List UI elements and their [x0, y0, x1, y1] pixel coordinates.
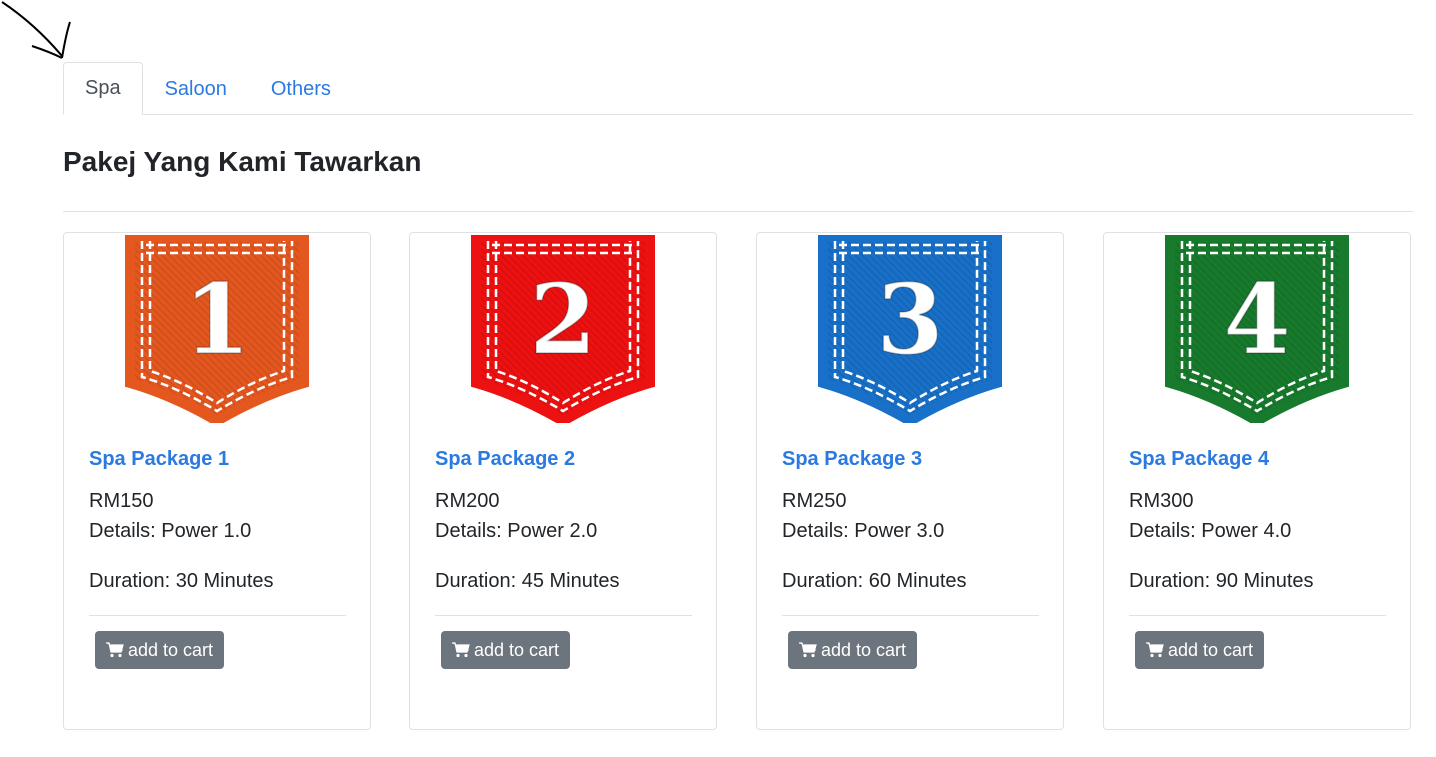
package-details: Details: Power 3.0: [782, 520, 945, 542]
package-duration: Duration: 60 Minutes: [782, 570, 967, 592]
package-3-badge-image: 3: [818, 235, 1005, 423]
package-title-link[interactable]: Spa Package 3: [782, 448, 922, 471]
package-4-badge-image: 4: [1165, 235, 1352, 423]
texture-line: [310, 235, 312, 423]
package-card-1: 1 Spa Package 1 RM150 Details: Power 1.0…: [63, 232, 371, 730]
package-duration: Duration: 90 Minutes: [1129, 570, 1314, 592]
package-details: Details: Power 2.0: [435, 520, 598, 542]
hand-drawn-arrow-icon: [1, 1, 71, 59]
add-to-cart-button[interactable]: add to cart: [441, 631, 571, 669]
add-to-cart-label: add to cart: [1168, 639, 1254, 660]
texture-line: [1350, 235, 1352, 423]
add-to-cart-label: add to cart: [128, 639, 214, 660]
shopping-cart-icon: [106, 642, 124, 658]
shopping-cart-icon: [1146, 642, 1164, 658]
package-2-badge-image: 2: [471, 235, 658, 423]
category-tabs: Spa Saloon Others: [63, 62, 1413, 115]
add-to-cart-button[interactable]: add to cart: [788, 631, 918, 669]
package-card-4: 4 Spa Package 4 RM300 Details: Power 4.0…: [1103, 232, 1411, 730]
card-divider: [782, 615, 1039, 616]
heading-divider: [63, 211, 1413, 212]
badge-number: 4: [1224, 263, 1291, 376]
package-title-link[interactable]: Spa Package 2: [435, 448, 575, 471]
package-card-3: 3 Spa Package 3 RM250 Details: Power 3.0…: [756, 232, 1064, 730]
page-title: Pakej Yang Kami Tawarkan: [63, 146, 422, 177]
package-duration: Duration: 45 Minutes: [435, 570, 620, 592]
package-title-link[interactable]: Spa Package 4: [1129, 448, 1269, 471]
texture-line: [656, 235, 658, 423]
card-divider: [1129, 615, 1386, 616]
badge-number: 3: [877, 263, 944, 376]
add-to-cart-button[interactable]: add to cart: [95, 631, 225, 669]
tab-saloon[interactable]: Saloon: [143, 64, 249, 115]
package-duration: Duration: 30 Minutes: [89, 570, 274, 592]
package-price: RM300: [1129, 490, 1194, 512]
add-to-cart-label: add to cart: [821, 639, 907, 660]
tab-others[interactable]: Others: [249, 64, 353, 115]
add-to-cart-label: add to cart: [474, 639, 560, 660]
package-card-2: 2 Spa Package 2 RM200 Details: Power 2.0…: [409, 232, 717, 730]
tab-spa[interactable]: Spa: [63, 62, 143, 115]
package-details: Details: Power 1.0: [89, 520, 252, 542]
shopping-cart-icon: [799, 642, 817, 658]
package-price: RM150: [89, 490, 154, 512]
add-to-cart-button[interactable]: add to cart: [1135, 631, 1265, 669]
card-divider: [435, 615, 692, 616]
badge-number: 2: [530, 263, 597, 376]
package-details: Details: Power 4.0: [1129, 520, 1292, 542]
shopping-cart-icon: [452, 642, 470, 658]
card-divider: [89, 615, 346, 616]
package-price: RM250: [782, 490, 847, 512]
badge-number: 1: [184, 263, 251, 376]
texture-line: [1003, 235, 1005, 423]
package-1-badge-image: 1: [125, 235, 312, 423]
package-price: RM200: [435, 490, 500, 512]
package-title-link[interactable]: Spa Package 1: [89, 448, 229, 471]
